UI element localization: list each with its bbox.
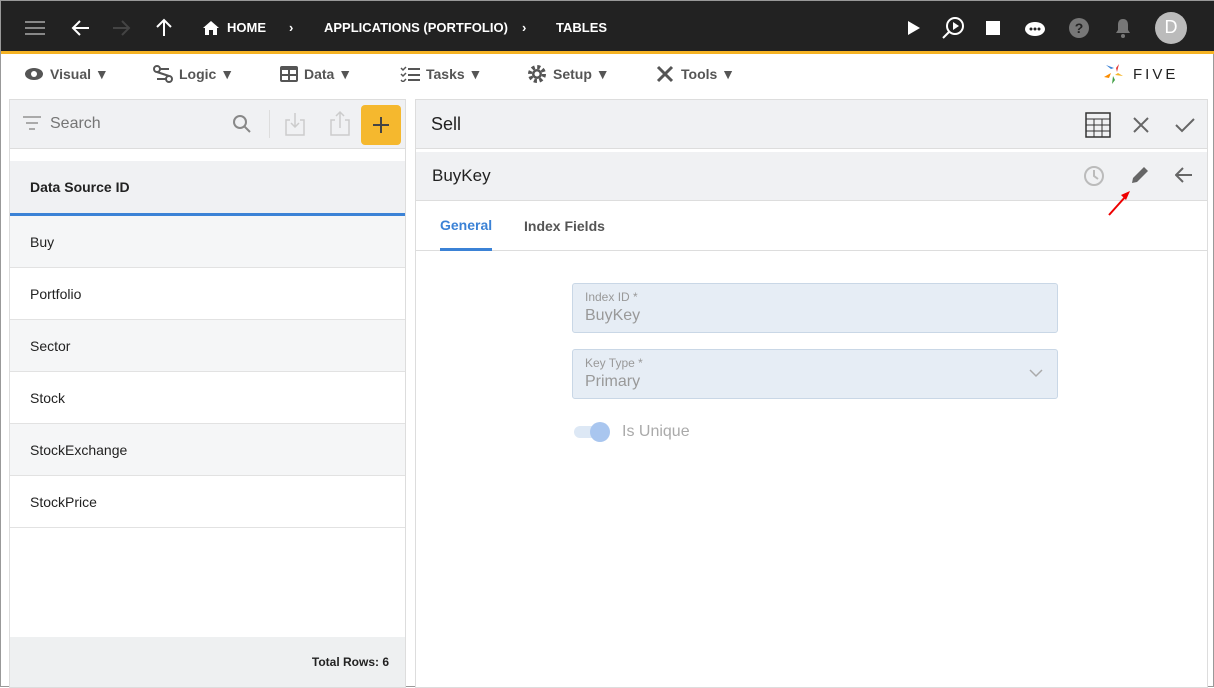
five-logo: FIVE <box>1103 57 1178 91</box>
menu-label: Tools ▼ <box>681 66 736 82</box>
check-icon[interactable] <box>1175 117 1195 133</box>
home-label: HOME <box>227 20 266 35</box>
record-header: BuyKey <box>416 152 1207 201</box>
bell-icon[interactable] <box>1115 1 1131 54</box>
top-bar: HOME › APPLICATIONS (PORTFOLIO) › TABLES… <box>1 1 1214 54</box>
tab-index-fields[interactable]: Index Fields <box>524 201 605 251</box>
toggle-switch[interactable] <box>572 422 610 442</box>
divider <box>269 110 270 138</box>
breadcrumb-home[interactable]: HOME <box>203 1 266 54</box>
menu-tasks[interactable]: Tasks ▼ <box>400 57 482 91</box>
history-icon[interactable] <box>1083 165 1105 187</box>
up-icon[interactable] <box>155 1 173 54</box>
is-unique-toggle[interactable]: Is Unique <box>572 422 690 442</box>
menu-tools[interactable]: Tools ▼ <box>655 57 735 91</box>
detail-panel: Sell BuyKey General Index Fields Index I… <box>415 99 1208 688</box>
eye-icon <box>24 67 44 81</box>
plus-icon <box>373 117 389 133</box>
tab-general[interactable]: General <box>440 201 493 251</box>
key-type-value: Primary <box>585 373 641 390</box>
search-icon[interactable] <box>232 114 252 134</box>
menu-label: Tasks ▼ <box>426 66 483 82</box>
run-search-icon[interactable] <box>941 1 965 54</box>
menu-label: Data ▼ <box>304 66 353 82</box>
list-item[interactable]: Stock <box>10 372 405 424</box>
back-arrow-icon[interactable] <box>1175 167 1193 183</box>
menu-data[interactable]: Data ▼ <box>280 57 352 91</box>
add-button[interactable] <box>361 105 401 145</box>
search-input[interactable] <box>50 112 220 136</box>
page-title: Sell <box>431 113 462 134</box>
list-item[interactable]: Portfolio <box>10 268 405 320</box>
tab-bar: General Index Fields <box>416 201 1207 251</box>
close-icon[interactable] <box>1133 117 1149 133</box>
chevron-right-icon: › <box>289 20 294 35</box>
tools-icon <box>655 64 675 84</box>
index-id-label: Index ID * <box>585 290 638 304</box>
menu-label: Setup ▼ <box>553 66 610 82</box>
menu-label: Visual ▼ <box>50 66 109 82</box>
menu-icon[interactable] <box>25 1 47 54</box>
forward-icon <box>111 1 131 54</box>
list-item[interactable]: Buy <box>10 216 405 268</box>
list-item[interactable]: Sector <box>10 320 405 372</box>
list-item[interactable]: StockPrice <box>10 476 405 528</box>
svg-text:?: ? <box>1075 20 1084 36</box>
stop-icon[interactable] <box>986 1 1000 54</box>
form-header: Sell <box>416 100 1207 149</box>
chevron-right-icon: › <box>522 20 527 35</box>
is-unique-label: Is Unique <box>622 423 690 440</box>
filter-icon[interactable] <box>23 116 41 130</box>
breadcrumb-applications[interactable]: APPLICATIONS (PORTFOLIO) <box>324 1 508 54</box>
back-icon[interactable] <box>71 1 91 54</box>
index-id-value: BuyKey <box>585 307 641 324</box>
chevron-down-icon <box>1029 369 1043 378</box>
key-type-label: Key Type * <box>585 356 643 370</box>
total-rows: Total Rows: 6 <box>10 637 405 687</box>
key-type-select[interactable]: Key Type * Primary <box>572 349 1058 399</box>
menu-visual[interactable]: Visual ▼ <box>24 57 109 91</box>
menu-label: Logic ▼ <box>179 66 235 82</box>
menu-logic[interactable]: Logic ▼ <box>153 57 234 91</box>
breadcrumb-tables[interactable]: TABLES <box>556 1 607 54</box>
index-id-field[interactable]: Index ID * BuyKey <box>572 283 1058 333</box>
avatar[interactable]: D <box>1155 1 1187 54</box>
logic-icon <box>153 65 173 83</box>
record-title: BuyKey <box>432 166 491 185</box>
data-source-list-panel: Data Source ID BuyPortfolioSectorStockSt… <box>9 99 406 688</box>
grid-view-icon[interactable] <box>1085 112 1111 138</box>
help-icon[interactable]: ? <box>1069 1 1089 54</box>
brand-text: FIVE <box>1133 65 1179 83</box>
edit-pencil-icon[interactable] <box>1130 165 1150 185</box>
checklist-icon <box>400 66 420 82</box>
menu-setup[interactable]: Setup ▼ <box>527 57 610 91</box>
menu-bar: Visual ▼ Logic ▼ Data ▼ Tasks ▼ Setup ▼ … <box>1 57 1214 91</box>
play-icon[interactable] <box>907 1 921 54</box>
list-item[interactable]: StockExchange <box>10 424 405 476</box>
search-bar <box>10 100 405 149</box>
gear-icon <box>527 64 547 84</box>
import-icon[interactable] <box>285 112 305 136</box>
column-header-data-source-id[interactable]: Data Source ID <box>10 161 405 216</box>
chat-bot-icon[interactable] <box>1023 1 1047 54</box>
table-icon <box>280 66 298 82</box>
avatar-letter: D <box>1155 11 1187 44</box>
export-icon[interactable] <box>330 110 350 136</box>
